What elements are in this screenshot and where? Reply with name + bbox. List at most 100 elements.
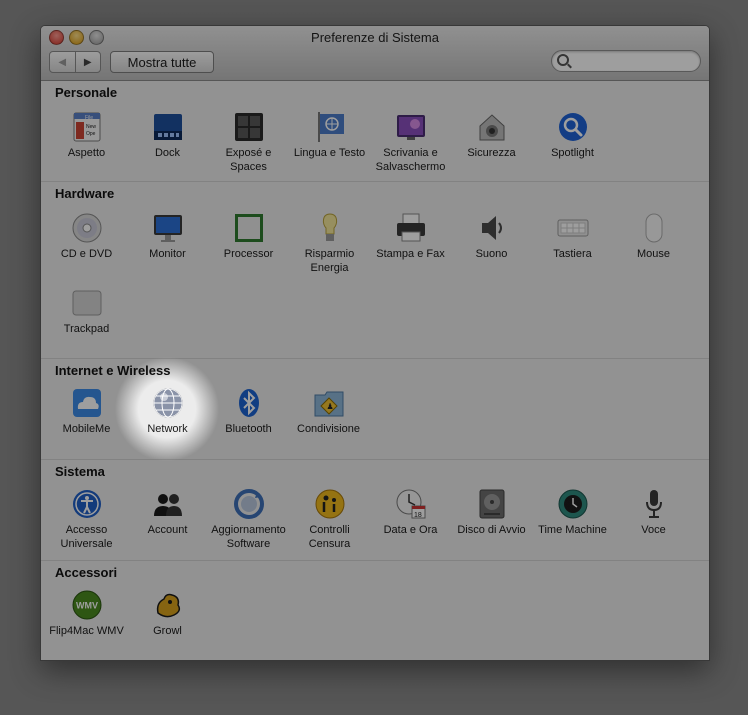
pref-lingua-testo[interactable]: Lingua e Testo [289,111,370,173]
pref-label: Data e Ora [383,524,438,536]
pref-expose-spaces[interactable]: Exposé e Spaces [208,111,289,173]
section-title: Personale [55,85,118,100]
pref-label: Account [147,524,188,536]
pref-spotlight[interactable]: Spotlight [532,111,613,173]
expose-spaces-icon [235,113,263,141]
monitor-icon [154,215,182,242]
spotlight-icon [559,113,587,141]
pref-scrivania-salvaschermo[interactable]: Scrivania e Salvaschermo [370,111,451,173]
pref-network[interactable]: Network [127,387,208,449]
security-icon [479,114,505,141]
network-icon [153,388,183,418]
pref-label: Voce [641,524,666,536]
pref-monitor[interactable]: Monitor [127,212,208,274]
section-title: Sistema [55,464,105,479]
pref-stampa-fax[interactable]: Stampa e Fax [370,212,451,274]
keyboard-icon [557,219,589,237]
software-update-icon [234,489,264,519]
cd-dvd-icon [72,213,102,243]
pref-label: MobileMe [62,423,111,435]
pref-accesso-universale[interactable]: Accesso Universale [46,488,127,550]
pref-label: Dock [154,147,181,159]
pref-account[interactable]: Account [127,488,208,550]
pref-mobileme[interactable]: MobileMe [46,387,127,449]
pref-label: Time Machine [538,524,607,536]
pref-label: Spotlight [551,147,594,159]
pref-label: Aspetto [67,147,106,159]
system-preferences-window: Preferenze di Sistema ◀ ▶ Mostra tutte P… [40,25,710,661]
svg-text:Ope: Ope [86,131,96,137]
pref-label: Lingua e Testo [293,147,366,159]
search-input[interactable] [572,52,696,70]
accounts-icon [154,494,182,516]
search-icon [557,54,569,66]
show-all-button[interactable]: Mostra tutte [110,51,214,73]
desktop-screensaver-icon [397,115,425,140]
pref-disco-avvio[interactable]: Disco di Avvio [451,488,532,550]
pref-label: Processor [223,248,274,260]
pref-aggiornamento-software[interactable]: Aggiornamento Software [208,488,289,550]
trackpad-icon [72,290,102,316]
pref-label: Exposé e Spaces [225,147,272,173]
pref-label: Accesso Universale [60,524,113,550]
svg-text:New: New [86,124,96,130]
parental-controls-icon [315,489,345,519]
pref-voce[interactable]: Voce [613,488,694,550]
pref-label: Tastiera [553,248,592,260]
pref-time-machine[interactable]: Time Machine [532,488,613,550]
language-text-icon [318,112,344,142]
pref-sicurezza[interactable]: Sicurezza [451,111,532,173]
pref-label: Risparmio Energia [304,248,355,274]
window-toolbar: Preferenze di Sistema ◀ ▶ Mostra tutte [41,26,709,81]
mouse-icon [645,213,663,243]
svg-text:18: 18 [414,512,422,519]
pref-suono[interactable]: Suono [451,212,532,274]
pref-label: Suono [475,248,508,260]
svg-text:File: File [85,115,93,121]
pref-bluetooth[interactable]: Bluetooth [208,387,289,449]
pref-condivisione[interactable]: ♟ Condivisione [288,387,369,449]
pref-label: Growl [153,625,182,637]
pref-label: Trackpad [63,323,110,335]
pref-mouse[interactable]: Mouse [613,212,694,274]
section-sistema: Sistema Accesso Universale Account Aggio… [41,460,709,561]
section-title: Internet e Wireless [55,363,171,378]
pref-risparmio-energia[interactable]: Risparmio Energia [289,212,370,274]
bluetooth-icon [239,389,259,417]
processor-icon [235,214,263,242]
pref-label: Monitor [149,248,186,260]
pref-label: Scrivania e Salvaschermo [375,147,446,173]
mobileme-icon [73,389,101,417]
pref-controlli-censura[interactable]: Controlli Censura [289,488,370,550]
dock-icon [154,114,182,140]
pref-data-ora[interactable]: 18 Data e Ora [370,488,451,550]
pref-trackpad[interactable]: Trackpad [46,287,127,349]
sharing-icon: ♟ [314,391,344,417]
pref-flip4mac-wmv[interactable]: WMV Flip4Mac WMV [46,589,127,651]
print-fax-icon [397,213,425,242]
pref-label: Disco di Avvio [457,524,526,536]
pref-processor[interactable]: Processor [208,212,289,274]
pref-label: Aggiornamento Software [211,524,286,550]
window-title: Preferenze di Sistema [311,30,439,45]
search-field[interactable] [551,50,701,72]
pref-tastiera[interactable]: Tastiera [532,212,613,274]
growl-icon [156,593,181,618]
pref-label: Stampa e Fax [376,248,445,260]
pref-label: Network [147,423,188,435]
pref-cd-dvd[interactable]: CD e DVD [46,212,127,274]
back-forward-control: ◀ ▶ [49,51,101,73]
speech-icon [646,490,662,518]
svg-text:♟: ♟ [327,402,334,411]
startup-disk-icon [479,489,505,519]
forward-arrow-icon[interactable]: ▶ [76,52,101,72]
section-hardware: Hardware CD e DVD Monitor Processor Risp… [41,182,709,359]
pref-label: Controlli Censura [308,524,351,550]
section-internet-wireless: Internet e Wireless MobileMe Network Blu… [41,359,709,460]
pref-dock[interactable]: Dock [127,111,208,173]
time-machine-icon [558,489,588,519]
sound-icon [482,216,502,240]
back-arrow-icon[interactable]: ◀ [50,52,76,72]
pref-growl[interactable]: Growl [127,589,208,651]
pref-aspetto[interactable]: File New Ope Aspetto [46,111,127,173]
